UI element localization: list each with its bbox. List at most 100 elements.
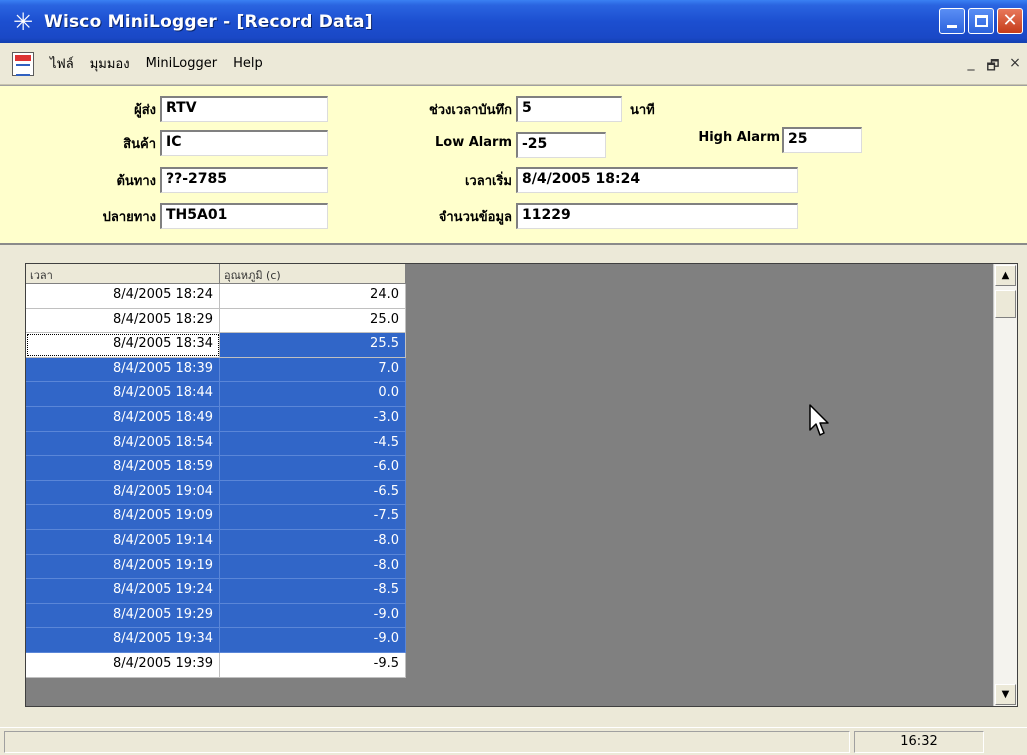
table-row[interactable]: 8/4/2005 18:34 25.5 (26, 333, 406, 358)
close-button[interactable]: ✕ (997, 8, 1023, 34)
window-controls: ✕ (939, 8, 1023, 34)
start-time-label: เวลาเริ่ม (464, 174, 512, 189)
header-temperature[interactable]: อุณหภูมิ (c) (220, 264, 406, 283)
sender-label: ผู้ส่ง (134, 103, 156, 118)
cell-temperature[interactable]: 0.0 (220, 382, 406, 406)
cell-temperature[interactable]: -9.0 (220, 603, 406, 628)
window-title: Wisco MiniLogger - [Record Data] (44, 11, 373, 32)
cell-temperature[interactable]: 25.0 (220, 308, 406, 333)
product-field[interactable]: IC (160, 130, 328, 156)
cell-temperature[interactable]: -6.0 (220, 456, 406, 480)
cell-time[interactable]: 8/4/2005 18:24 (26, 284, 220, 308)
mdi-restore-button[interactable]: 🗗 (985, 55, 1001, 79)
menu-bar: ไฟล์ มุมมอง MiniLogger Help _ 🗗 × (0, 43, 1027, 85)
cell-time[interactable]: 8/4/2005 19:24 (26, 579, 220, 603)
cell-temperature[interactable]: -8.0 (220, 554, 406, 579)
table-row[interactable]: 8/4/2005 19:29 -9.0 (26, 603, 406, 629)
menu-help[interactable]: Help (225, 56, 271, 71)
status-message-pane (4, 731, 850, 753)
high-alarm-label: High Alarm (698, 130, 780, 145)
cell-temperature[interactable]: -8.5 (220, 579, 406, 603)
high-alarm-field[interactable]: 25 (782, 127, 862, 153)
data-grid-area: เวลา อุณหภูมิ (c) 8/4/2005 18:24 24.0 8/4/… (25, 263, 1018, 707)
header-time[interactable]: เวลา (26, 264, 220, 283)
menu-view[interactable]: มุมมอง (82, 53, 138, 74)
vertical-scrollbar[interactable]: ▲ ▼ (993, 264, 1017, 706)
cell-temperature[interactable]: 7.0 (220, 357, 406, 382)
cell-time[interactable]: 8/4/2005 19:19 (26, 554, 220, 579)
grid-body: 8/4/2005 18:24 24.0 8/4/2005 18:29 25.0 8/4/… (26, 284, 406, 678)
scroll-thumb[interactable] (995, 290, 1016, 318)
table-row[interactable]: 8/4/2005 18:29 25.0 (26, 308, 406, 334)
snowflake-icon: ✳ (12, 7, 34, 36)
record-count-field[interactable]: 11229 (516, 203, 798, 229)
low-alarm-field[interactable]: -25 (516, 132, 606, 158)
maximize-icon (974, 15, 988, 27)
table-row[interactable]: 8/4/2005 19:24 -8.5 (26, 579, 406, 604)
cell-temperature[interactable]: -8.0 (220, 529, 406, 554)
title-bar[interactable]: ✳ Wisco MiniLogger - [Record Data] ✕ (0, 0, 1027, 43)
status-clock: 16:32 (854, 731, 984, 753)
mdi-close-button[interactable]: × (1007, 55, 1023, 79)
cell-time[interactable]: 8/4/2005 19:39 (26, 652, 220, 677)
close-icon: ✕ (1002, 10, 1018, 31)
minimize-button[interactable] (939, 8, 965, 34)
interval-field[interactable]: 5 (516, 96, 622, 122)
cell-time[interactable]: 8/4/2005 18:59 (26, 456, 220, 480)
cell-temperature[interactable]: 24.0 (220, 284, 406, 308)
record-info-panel: ผู้ส่ง RTV สินค้า IC ต้นทาง ??-2785 ปลาย… (0, 85, 1027, 245)
cell-time[interactable]: 8/4/2005 18:39 (26, 357, 220, 382)
destination-field[interactable]: TH5A01 (160, 203, 328, 229)
cell-time[interactable]: 8/4/2005 19:34 (26, 628, 220, 652)
cell-temperature[interactable]: -4.5 (220, 431, 406, 456)
table-row[interactable]: 8/4/2005 19:09 -7.5 (26, 505, 406, 530)
mdi-minimize-button[interactable]: _ (963, 55, 979, 79)
maximize-button[interactable] (968, 8, 994, 34)
sender-field[interactable]: RTV (160, 96, 328, 122)
product-label: สินค้า (123, 137, 156, 152)
table-row[interactable]: 8/4/2005 18:49 -3.0 (26, 406, 406, 432)
mouse-pointer-icon (809, 404, 829, 436)
cell-time[interactable]: 8/4/2005 18:54 (26, 431, 220, 456)
table-row[interactable]: 8/4/2005 19:39 -9.5 (26, 652, 406, 678)
table-row[interactable]: 8/4/2005 19:19 -8.0 (26, 554, 406, 580)
data-grid: เวลา อุณหภูมิ (c) 8/4/2005 18:24 24.0 8/4/… (26, 264, 406, 678)
cell-time[interactable]: 8/4/2005 19:14 (26, 529, 220, 554)
cell-temperature[interactable]: -7.5 (220, 505, 406, 529)
minimize-icon (947, 24, 957, 28)
interval-label: ช่วงเวลาบันทึก (428, 103, 512, 118)
table-row[interactable]: 8/4/2005 18:44 0.0 (26, 382, 406, 407)
table-row[interactable]: 8/4/2005 18:39 7.0 (26, 357, 406, 383)
table-row[interactable]: 8/4/2005 19:34 -9.0 (26, 628, 406, 653)
start-time-field[interactable]: 8/4/2005 18:24 (516, 167, 798, 193)
table-row[interactable]: 8/4/2005 19:14 -8.0 (26, 529, 406, 555)
menu-file[interactable]: ไฟล์ (42, 53, 82, 74)
cell-temperature[interactable]: -6.5 (220, 480, 406, 505)
cell-time[interactable]: 8/4/2005 18:34 (26, 333, 220, 357)
mdi-controls: _ 🗗 × (963, 55, 1023, 79)
cell-temperature[interactable]: -3.0 (220, 406, 406, 431)
menu-minilogger[interactable]: MiniLogger (138, 56, 226, 71)
destination-label: ปลายทาง (102, 210, 156, 225)
interval-unit: นาที (630, 103, 655, 118)
cell-time[interactable]: 8/4/2005 19:09 (26, 505, 220, 529)
table-row[interactable]: 8/4/2005 18:24 24.0 (26, 284, 406, 309)
cell-time[interactable]: 8/4/2005 18:49 (26, 406, 220, 431)
table-row[interactable]: 8/4/2005 18:59 -6.0 (26, 456, 406, 481)
cell-time[interactable]: 8/4/2005 19:04 (26, 480, 220, 505)
scroll-down-button[interactable]: ▼ (995, 684, 1016, 705)
table-row[interactable]: 8/4/2005 19:04 -6.5 (26, 480, 406, 506)
low-alarm-label: Low Alarm (435, 135, 512, 150)
document-icon[interactable] (12, 51, 34, 76)
cell-temperature[interactable]: -9.0 (220, 628, 406, 652)
scroll-up-button[interactable]: ▲ (995, 265, 1016, 286)
grid-header: เวลา อุณหภูมิ (c) (26, 264, 406, 284)
cell-time[interactable]: 8/4/2005 19:29 (26, 603, 220, 628)
cell-time[interactable]: 8/4/2005 18:29 (26, 308, 220, 333)
cell-temperature[interactable]: -9.5 (220, 652, 406, 677)
table-row[interactable]: 8/4/2005 18:54 -4.5 (26, 431, 406, 457)
cell-temperature[interactable]: 25.5 (220, 333, 406, 357)
origin-label: ต้นทาง (116, 174, 156, 189)
cell-time[interactable]: 8/4/2005 18:44 (26, 382, 220, 406)
origin-field[interactable]: ??-2785 (160, 167, 328, 193)
